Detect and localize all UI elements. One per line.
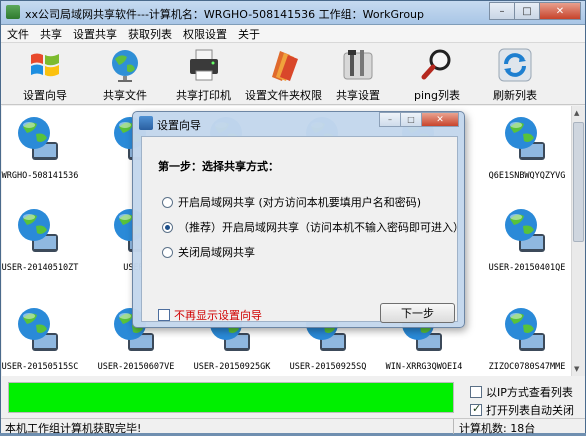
dialog-icon	[139, 116, 153, 130]
computer-name: WIN-XRRG3QWOEI4	[385, 362, 463, 372]
maximize-button[interactable]: □	[514, 2, 540, 20]
computer-name: USER-20150515SC	[1, 362, 79, 372]
menu-share[interactable]: 共享	[40, 26, 62, 42]
windows-logo-icon	[31, 53, 59, 77]
ping-list-label: ping列表	[414, 89, 460, 102]
share-printer-button[interactable]: 共享打印机	[176, 47, 231, 103]
progress-fill	[9, 383, 453, 412]
menu-share-settings[interactable]: 设置共享	[73, 26, 117, 42]
main-window: xx公司局域网共享软件---计算机名：WRGHO-508141536 工作组：W…	[0, 0, 586, 435]
magnifier-icon	[421, 49, 451, 80]
status-message: 本机工作组计算机获取完毕!	[5, 422, 142, 435]
radio-circle[interactable]	[162, 196, 173, 208]
auto-close-checkbox[interactable]: 打开列表自动关闭	[470, 402, 574, 418]
computer-item[interactable]: USER-20150515SC	[0, 303, 88, 372]
refresh-list-button[interactable]: 刷新列表	[493, 47, 537, 103]
network-computer-icon	[18, 209, 58, 252]
vertical-scrollbar[interactable]: ▲ ▼	[571, 106, 585, 376]
scrollbar-thumb[interactable]	[573, 122, 584, 242]
dialog-minimize-button[interactable]: –	[379, 112, 401, 127]
no-show-wizard-label: 不再显示设置向导	[174, 309, 262, 322]
title-bar: xx公司局域网共享软件---计算机名：WRGHO-508141536 工作组：W…	[1, 1, 585, 25]
scroll-down-icon[interactable]: ▼	[574, 365, 579, 373]
share-settings-label: 共享设置	[336, 89, 380, 102]
computer-name: USER-20150401QE	[488, 263, 566, 273]
computer-count: 计算机数: 18台	[459, 422, 536, 435]
radio-share-without-password[interactable]: （推荐）开启局域网共享（访问本机不输入密码即可进入）	[162, 219, 464, 235]
printer-icon	[189, 49, 218, 81]
share-files-label: 共享文件	[103, 89, 147, 102]
computer-item[interactable]: Q6E1SNBWQYQZYVG	[479, 112, 575, 181]
radio-label: （推荐）开启局域网共享（访问本机不输入密码即可进入）	[178, 221, 464, 234]
menu-bar: 文件 共享 设置共享 获取列表 权限设置 关于	[1, 25, 585, 43]
app-icon	[6, 5, 20, 19]
dialog-close-button[interactable]: ✕	[421, 112, 459, 127]
computer-name: USER-20150925GK	[193, 362, 271, 372]
folder-permissions-button[interactable]: 设置文件夹权限	[245, 47, 322, 103]
window-title: xx公司局域网共享软件---计算机名：WRGHO-508141536 工作组：W…	[25, 8, 425, 21]
next-step-button[interactable]: 下一步	[380, 303, 455, 323]
share-settings-button[interactable]: 共享设置	[336, 47, 380, 103]
menu-file[interactable]: 文件	[7, 26, 29, 42]
computer-item[interactable]: USER-20140510ZT	[0, 204, 88, 273]
auto-close-box[interactable]	[470, 402, 482, 416]
menu-get-list[interactable]: 获取列表	[128, 26, 172, 42]
radio-circle[interactable]	[162, 221, 173, 233]
folder-permissions-label: 设置文件夹权限	[245, 89, 322, 102]
computer-name: WRGHO-508141536	[1, 171, 79, 181]
setup-wizard-button[interactable]: 设置向导	[23, 47, 67, 103]
toolbar: 设置向导 共享文件 共享打印机 设置文件夹权限 共享设置 ping列表 刷新列表	[1, 43, 585, 105]
dialog-body: 第一步：选择共享方式： 开启局域网共享 (对方访问本机要填用户名和密码) （推荐…	[141, 136, 464, 323]
network-computer-icon	[18, 117, 58, 160]
network-computer-icon	[505, 117, 545, 160]
status-bar: 本机工作组计算机获取完毕! 计算机数: 18台	[1, 418, 585, 435]
computer-item[interactable]: USER-20150401QE	[479, 204, 575, 273]
network-computer-icon	[18, 308, 58, 351]
menu-about[interactable]: 关于	[238, 26, 260, 42]
network-computer-icon	[505, 209, 545, 252]
no-show-wizard-box[interactable]	[158, 309, 170, 321]
auto-close-label: 打开列表自动关闭	[486, 404, 574, 417]
scroll-up-icon[interactable]: ▲	[574, 109, 579, 117]
ping-list-button[interactable]: ping列表	[414, 47, 460, 103]
computer-name: USER-20150925SQ	[289, 362, 367, 372]
tools-icon	[343, 50, 373, 80]
dialog-maximize-button[interactable]: □	[400, 112, 422, 127]
computer-name: Q6E1SNBWQYQZYVG	[488, 171, 566, 181]
radio-circle[interactable]	[162, 246, 173, 258]
network-computer-icon	[505, 308, 545, 351]
radio-label: 开启局域网共享 (对方访问本机要填用户名和密码)	[178, 196, 422, 209]
radio-label: 关闭局域网共享	[178, 246, 255, 259]
radio-disable-share[interactable]: 关闭局域网共享	[162, 244, 255, 260]
radio-share-with-password[interactable]: 开启局域网共享 (对方访问本机要填用户名和密码)	[162, 194, 421, 210]
ip-view-checkbox[interactable]: 以IP方式查看列表	[470, 384, 573, 400]
globe-icon	[112, 50, 138, 82]
close-button[interactable]: ✕	[539, 2, 581, 20]
menu-permissions[interactable]: 权限设置	[183, 26, 227, 42]
share-printer-label: 共享打印机	[176, 89, 231, 102]
progress-bar	[8, 382, 454, 413]
dialog-title: 设置向导	[157, 119, 201, 132]
computer-item[interactable]: ZIZOC0780S47MME	[479, 303, 575, 372]
share-files-button[interactable]: 共享文件	[103, 47, 147, 103]
computer-name: USER-20140510ZT	[1, 263, 79, 273]
refresh-list-label: 刷新列表	[493, 89, 537, 102]
refresh-icon	[498, 48, 532, 82]
status-divider	[453, 419, 454, 434]
computer-item[interactable]: WRGHO-508141536	[0, 112, 88, 181]
computer-name: ZIZOC0780S47MME	[488, 362, 566, 372]
setup-wizard-label: 设置向导	[23, 89, 67, 102]
folder-files-icon	[271, 51, 298, 81]
step-heading: 第一步：选择共享方式：	[158, 160, 279, 173]
setup-wizard-dialog: 设置向导 – □ ✕ 第一步：选择共享方式： 开启局域网共享 (对方访问本机要填…	[132, 111, 465, 328]
no-show-wizard-checkbox[interactable]: 不再显示设置向导	[158, 307, 262, 323]
ip-view-label: 以IP方式查看列表	[486, 386, 573, 399]
computer-name: USER-20150607VE	[97, 362, 175, 372]
ip-view-box[interactable]	[470, 386, 482, 398]
minimize-button[interactable]: –	[489, 2, 515, 20]
